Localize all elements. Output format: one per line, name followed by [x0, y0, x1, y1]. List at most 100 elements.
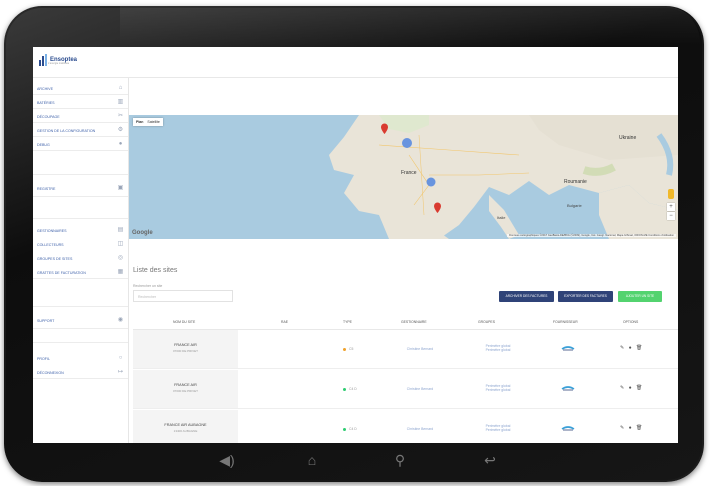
site-manager[interactable]: Christine Bernard — [395, 387, 445, 391]
map-label-france: France — [401, 170, 417, 176]
table-row[interactable]: FRANCE AIR 07000 DE PRIVET C5 Christine Ber… — [133, 330, 678, 369]
map-view[interactable]: Plan Satellite France Ukraine Roumanie It… — [129, 115, 678, 239]
import-invoices-button[interactable]: ARCHIVER DES FACTURES — [499, 291, 554, 302]
type-label: C4 D — [349, 387, 357, 391]
column-header[interactable]: OPTIONS — [623, 320, 638, 324]
bug-icon: ● — [118, 141, 123, 147]
map-label-romania: Roumanie — [564, 179, 587, 185]
scissors-icon: ✂ — [117, 113, 124, 119]
logo-icon — [39, 54, 47, 66]
column-header[interactable]: RAE — [281, 320, 288, 324]
column-header[interactable]: GROUPES — [478, 320, 495, 324]
sidebar-item-11[interactable]: SUPPORT ◉ — [33, 314, 128, 328]
type-label: C4 D — [349, 427, 357, 431]
sidebar-item-label: DÉCOUPAGE — [37, 115, 60, 119]
sidebar-item-label: SUPPORT — [37, 319, 55, 323]
type-dot-icon — [343, 347, 346, 351]
column-header[interactable]: FOURNISSEUR — [553, 320, 578, 324]
search-input[interactable]: Rechercher — [133, 290, 233, 302]
sidebar-item-label: DEBUG — [37, 143, 50, 147]
group-label[interactable]: Perimètre global — [473, 348, 523, 352]
column-header[interactable]: TYPE — [343, 320, 352, 324]
zoom-in-button[interactable]: + — [667, 203, 675, 211]
type-label: C5 — [349, 347, 354, 351]
add-site-button[interactable]: AJOUTER UN SITE — [618, 291, 662, 302]
sidebar-item-5[interactable]: DEBUG ● — [33, 138, 128, 152]
sidebar-item-4[interactable]: GESTION DE LA CONFIGURATION ⚙ — [33, 124, 128, 138]
row-options[interactable]: ✎ ● 🗑 — [620, 345, 644, 351]
site-name[interactable]: FRANCE AIR AUBAGNE — [133, 423, 238, 427]
collectors-icon: ◫ — [117, 241, 124, 247]
site-address: 07000 DE PRIVET — [172, 349, 198, 353]
table-header: NOM DU SITE RAE TYPE GESTIONNAIRE GROUPES FOU… — [133, 317, 678, 330]
volume-icon[interactable]: ◀) — [215, 452, 239, 469]
app-header: Ensoptea L'énergie maîtrisée — [33, 47, 678, 78]
column-header[interactable]: NOM DU SITE — [173, 320, 195, 324]
sidebar-item-label: PROFIL — [37, 357, 50, 361]
supplier-logo-icon — [561, 386, 575, 391]
row-options[interactable]: ✎ ● 🗑 — [620, 425, 644, 431]
group-label[interactable]: Perimètre global — [473, 428, 523, 432]
profile-icon: ○ — [118, 355, 123, 361]
sidebar-item-3[interactable]: DÉCOUPAGE ✂ — [33, 110, 128, 124]
home-icon[interactable]: ⌂ — [300, 452, 324, 468]
map-type-satellite[interactable]: Satellite — [147, 120, 159, 124]
table-row[interactable]: FRANCE AIR 07000 DE PRIVET C4 D Christine B… — [133, 370, 678, 409]
search-label: Rechercher un site — [133, 284, 163, 288]
site-name[interactable]: FRANCE AIR — [133, 383, 238, 387]
groups-icon: ◎ — [117, 255, 124, 261]
street-view-icon[interactable] — [668, 189, 674, 199]
sidebar-item-6[interactable]: REGISTRE ▣ — [33, 182, 128, 196]
zoom-out-button[interactable]: − — [667, 212, 675, 220]
sidebar-item-9[interactable]: GROUPES DE SITES ◎ — [33, 252, 128, 266]
sidebar-divider — [33, 174, 128, 175]
site-cell: FRANCE AIR 07000 DE PRIVET — [133, 330, 238, 368]
sidebar-item-10[interactable]: GRATTES DE FACTURATION ▦ — [33, 266, 128, 280]
logout-icon: ↦ — [117, 369, 124, 375]
site-cell: FRANCE AIR AUBAGNE 13400 AUBAGNE — [133, 410, 238, 443]
map-type-plan[interactable]: Plan — [136, 120, 143, 124]
billing-icon: ▦ — [117, 269, 124, 275]
site-name[interactable]: FRANCE AIR — [133, 343, 238, 347]
tablet-gloss — [120, 6, 700, 46]
supplier-logo-icon — [561, 426, 575, 431]
map-type-control[interactable]: Plan Satellite — [133, 118, 163, 126]
map-label-italy: Italie — [497, 215, 506, 220]
site-manager[interactable]: Christine Bernard — [395, 427, 445, 431]
sidebar-item-1[interactable]: ARCHIVE ⌂ — [33, 82, 128, 96]
row-options[interactable]: ✎ ● 🗑 — [620, 385, 644, 391]
sidebar: ARCHIVE ⌂ BATÉRIES ▥ DÉCOUPAGE ✂ GESTION DE LA… — [33, 78, 129, 443]
site-cell: FRANCE AIR 07000 DE PRIVET — [133, 370, 238, 408]
sidebar-divider — [33, 328, 128, 329]
site-type: C5 — [343, 347, 353, 351]
type-dot-icon — [343, 387, 346, 391]
site-type: C4 D — [343, 427, 357, 431]
export-invoices-button[interactable]: EXPORTER DES FACTURES — [558, 291, 613, 302]
archive-icon: ⌂ — [118, 85, 123, 91]
app-tagline: L'énergie maîtrisée — [48, 62, 70, 65]
site-groups: Perimètre global Perimètre global — [473, 424, 523, 432]
group-label[interactable]: Perimètre global — [473, 388, 523, 392]
back-icon[interactable]: ↩ — [478, 452, 502, 469]
managers-icon: ▤ — [117, 227, 124, 233]
sidebar-item-12[interactable]: PROFIL ○ — [33, 352, 128, 366]
support-icon: ◉ — [117, 317, 124, 323]
sidebar-item-13[interactable]: DÉCONNEXION ↦ — [33, 366, 128, 380]
register-icon: ▣ — [117, 185, 124, 191]
site-manager[interactable]: Christine Bernard — [395, 347, 445, 351]
table-row[interactable]: FRANCE AIR AUBAGNE 13400 AUBAGNE C4 D Chris… — [133, 410, 678, 443]
type-dot-icon — [343, 427, 346, 431]
sidebar-item-label: ARCHIVE — [37, 87, 53, 91]
sidebar-item-label: GRATTES DE FACTURATION — [37, 271, 86, 275]
site-address: 07000 DE PRIVET — [172, 389, 198, 393]
sidebar-item-label: BATÉRIES — [37, 101, 55, 105]
sidebar-item-2[interactable]: BATÉRIES ▥ — [33, 96, 128, 110]
search-icon[interactable]: ⚲ — [388, 452, 412, 469]
google-logo: Google — [132, 230, 153, 236]
column-header[interactable]: GESTIONNAIRE — [401, 320, 427, 324]
sidebar-item-label: GESTIONNAIRES — [37, 229, 67, 233]
battery-icon: ▥ — [117, 99, 124, 105]
sidebar-item-7[interactable]: GESTIONNAIRES ▤ — [33, 224, 128, 238]
sidebar-item-8[interactable]: COLLECTEURS ◫ — [33, 238, 128, 252]
map-label-ukraine: Ukraine — [619, 135, 637, 141]
